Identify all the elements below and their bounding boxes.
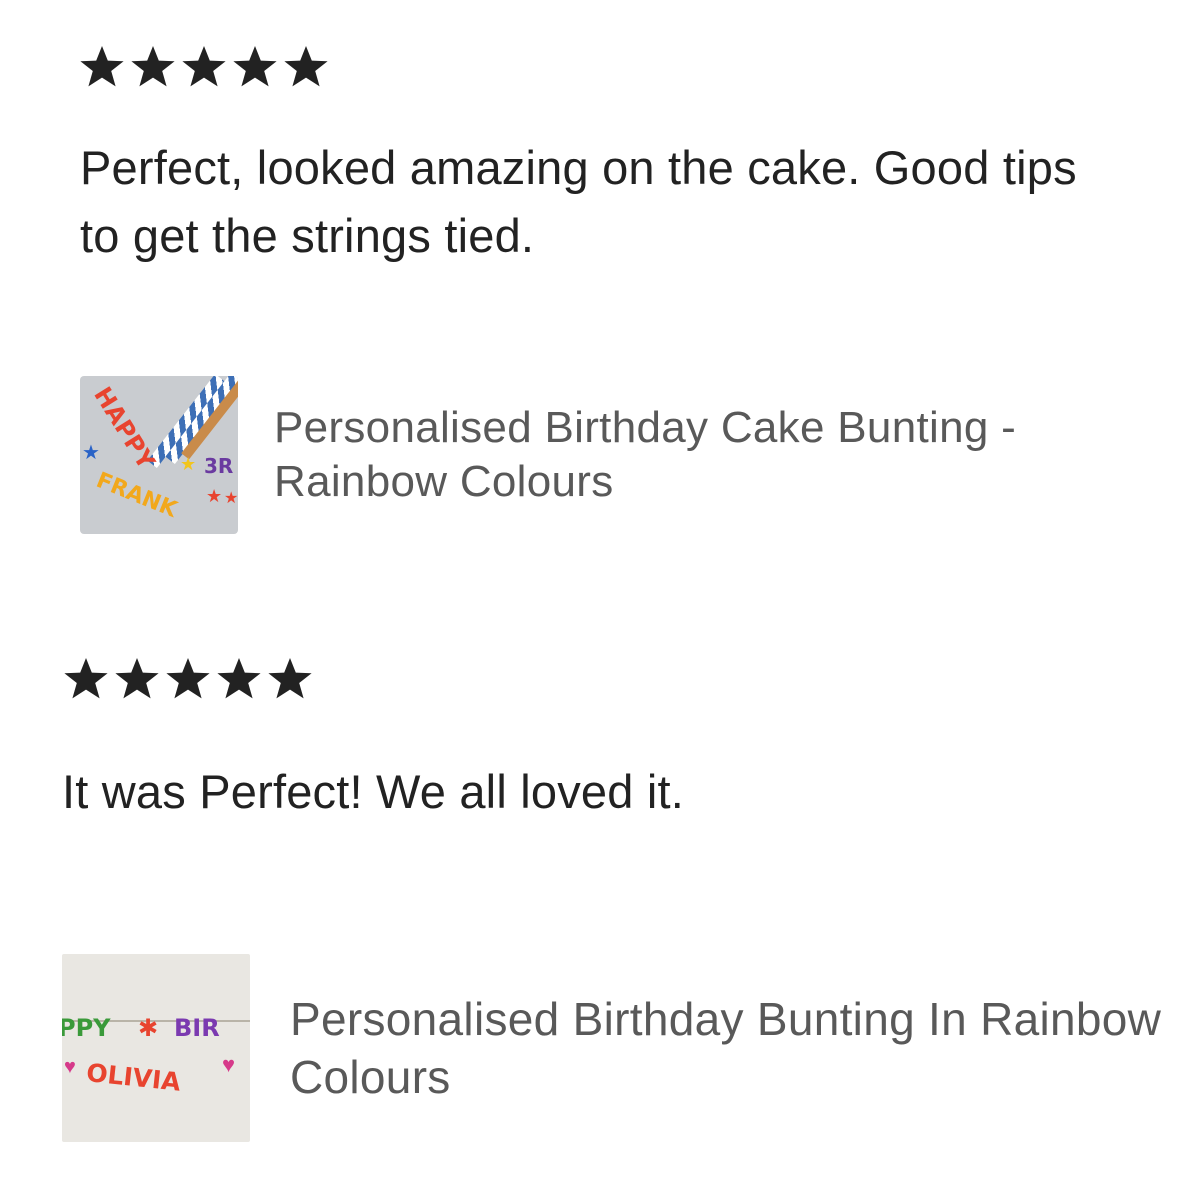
star-icon bbox=[164, 656, 212, 702]
star-decoration: ✱ bbox=[138, 1015, 159, 1042]
star-rating bbox=[62, 656, 314, 702]
product-link[interactable]: HAPPY 3R FRANK ★ ★ ★ ★ Personalised Birt… bbox=[80, 376, 1154, 534]
star-icon bbox=[62, 656, 110, 702]
product-link[interactable]: PPY ✱ BIR ♥ OLIVIA ♥ Personalised Birthd… bbox=[62, 954, 1170, 1142]
star-icon bbox=[113, 656, 161, 702]
star-icon bbox=[78, 44, 126, 90]
review-text: It was Perfect! We all loved it. bbox=[62, 765, 684, 818]
review-card: It was Perfect! We all loved it. PPY ✱ B… bbox=[0, 600, 1200, 1200]
star-decoration: ★ bbox=[180, 454, 197, 474]
thumbnail-caption: PPY bbox=[62, 1014, 111, 1042]
product-thumbnail[interactable]: PPY ✱ BIR ♥ OLIVIA ♥ bbox=[62, 954, 250, 1142]
review-card: Perfect, looked amazing on the cake. Goo… bbox=[0, 0, 1200, 600]
heart-decoration: ♥ bbox=[222, 1052, 236, 1077]
star-icon bbox=[129, 44, 177, 90]
star-decoration: ★ bbox=[206, 486, 223, 506]
thumbnail-caption: 3R bbox=[204, 454, 234, 478]
review-text: Perfect, looked amazing on the cake. Goo… bbox=[80, 141, 1077, 262]
star-icon bbox=[180, 44, 228, 90]
star-decoration: ★ bbox=[224, 490, 238, 507]
thumbnail-caption: OLIVIA bbox=[84, 1058, 182, 1097]
thumbnail-caption: BIR bbox=[174, 1014, 220, 1042]
product-thumbnail[interactable]: HAPPY 3R FRANK ★ ★ ★ ★ bbox=[80, 376, 238, 534]
heart-decoration: ♥ bbox=[64, 1056, 76, 1078]
star-rating bbox=[78, 44, 330, 90]
star-icon bbox=[231, 44, 279, 90]
reviews-page: Perfect, looked amazing on the cake. Goo… bbox=[0, 0, 1200, 1200]
star-icon bbox=[282, 44, 330, 90]
product-title[interactable]: Personalised Birthday Bunting In Rainbow… bbox=[290, 990, 1170, 1106]
star-icon bbox=[266, 656, 314, 702]
star-icon bbox=[215, 656, 263, 702]
star-decoration: ★ bbox=[82, 442, 100, 464]
product-title[interactable]: Personalised Birthday Cake Bunting - Rai… bbox=[274, 401, 1154, 509]
thumbnail-caption: FRANK bbox=[92, 468, 181, 523]
